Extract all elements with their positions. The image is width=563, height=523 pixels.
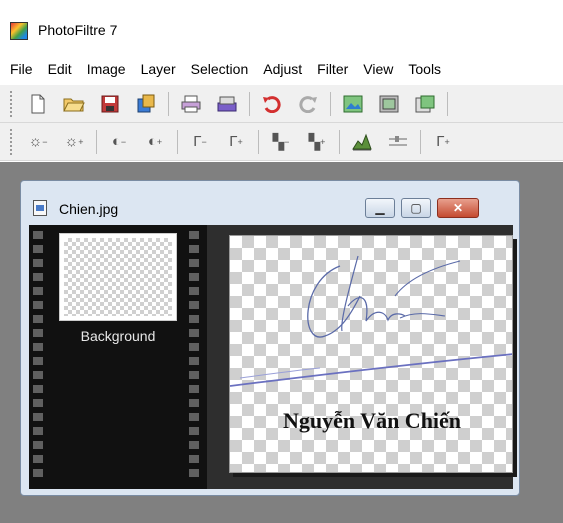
app-titlebar: PhotoFiltre 7 — [0, 0, 563, 50]
menu-file[interactable]: File — [10, 61, 33, 77]
toolbar-grip[interactable] — [10, 128, 14, 155]
layer-thumbnail[interactable] — [59, 233, 177, 321]
menu-edit[interactable]: Edit — [48, 61, 72, 77]
document-titlebar[interactable]: Chien.jpg ▁ ▢ ✕ — [21, 181, 519, 221]
toolbar-separator — [249, 91, 250, 116]
layers-filmstrip: Background — [29, 225, 207, 489]
auto-levels-icon[interactable] — [350, 130, 374, 154]
save-as-icon[interactable] — [134, 92, 158, 116]
print-icon[interactable] — [179, 92, 203, 116]
document-window: Chien.jpg ▁ ▢ ✕ Background Nguyễn Văn Ch… — [20, 180, 520, 496]
redo-icon[interactable] — [296, 92, 320, 116]
photofiltre-logo-icon — [10, 22, 28, 40]
saturation-plus-icon[interactable]: ▚ + — [305, 130, 329, 154]
image-canvas[interactable]: Nguyễn Văn Chiến — [229, 235, 513, 473]
main-toolbar — [0, 85, 563, 123]
menu-filter[interactable]: Filter — [317, 61, 348, 77]
document-client-area: Background Nguyễn Văn Chiến — [29, 225, 517, 489]
toolbar-separator — [168, 91, 169, 116]
menu-view[interactable]: View — [363, 61, 393, 77]
auto-gamma-icon[interactable]: Γ + — [431, 130, 455, 154]
image-file-icon — [33, 200, 47, 216]
gamma-plus-icon[interactable]: Γ + — [224, 130, 248, 154]
signature-name-text: Nguyễn Văn Chiến — [282, 408, 462, 433]
app-title: PhotoFiltre 7 — [38, 22, 118, 38]
adjust-toolbar: ☼ − ☼ + ◐ − ◐ + Γ − Γ + ▚ − ▚ + Γ + — [0, 123, 563, 161]
close-button[interactable]: ✕ — [437, 198, 479, 218]
open-folder-icon[interactable] — [62, 92, 86, 116]
toolbar-separator — [258, 129, 259, 154]
toolbar-separator — [177, 129, 178, 154]
image-size-icon[interactable] — [341, 92, 365, 116]
undo-icon[interactable] — [260, 92, 284, 116]
gamma-minus-icon[interactable]: Γ − — [188, 130, 212, 154]
menu-adjust[interactable]: Adjust — [263, 61, 302, 77]
maximize-button[interactable]: ▢ — [401, 198, 431, 218]
signature-drawing — [230, 255, 512, 387]
document-title: Chien.jpg — [59, 201, 119, 217]
toolbar-separator — [330, 91, 331, 116]
brightness-plus-icon[interactable]: ☼ + — [62, 130, 86, 154]
new-document-icon[interactable] — [26, 92, 50, 116]
film-perforations — [189, 231, 199, 483]
toolbar-separator — [420, 129, 421, 154]
film-perforations — [33, 231, 43, 483]
brightness-minus-icon[interactable]: ☼ − — [26, 130, 50, 154]
menu-image[interactable]: Image — [87, 61, 126, 77]
menubar: File Edit Image Layer Selection Adjust F… — [0, 56, 563, 82]
contrast-minus-icon[interactable]: ◐ − — [107, 130, 131, 154]
menu-tools[interactable]: Tools — [408, 61, 441, 77]
contrast-plus-icon[interactable]: ◐ + — [143, 130, 167, 154]
transform-icon[interactable] — [413, 92, 437, 116]
maximize-icon: ▢ — [410, 201, 422, 215]
save-icon[interactable] — [98, 92, 122, 116]
color-balance-icon[interactable] — [386, 130, 410, 154]
layer-name: Background — [80, 328, 156, 344]
close-icon: ✕ — [452, 201, 464, 215]
canvas-size-icon[interactable] — [377, 92, 401, 116]
toolbar-grip[interactable] — [10, 90, 14, 117]
menu-selection[interactable]: Selection — [191, 61, 249, 77]
minimize-icon: ▁ — [375, 201, 385, 215]
toolbar-separator — [339, 129, 340, 154]
saturation-minus-icon[interactable]: ▚ − — [269, 130, 293, 154]
scan-icon[interactable] — [215, 92, 239, 116]
menu-layer[interactable]: Layer — [141, 61, 176, 77]
layer-thumbnail-preview — [64, 238, 172, 316]
toolbar-separator — [96, 129, 97, 154]
minimize-button[interactable]: ▁ — [365, 198, 395, 218]
toolbar-separator — [447, 91, 448, 116]
